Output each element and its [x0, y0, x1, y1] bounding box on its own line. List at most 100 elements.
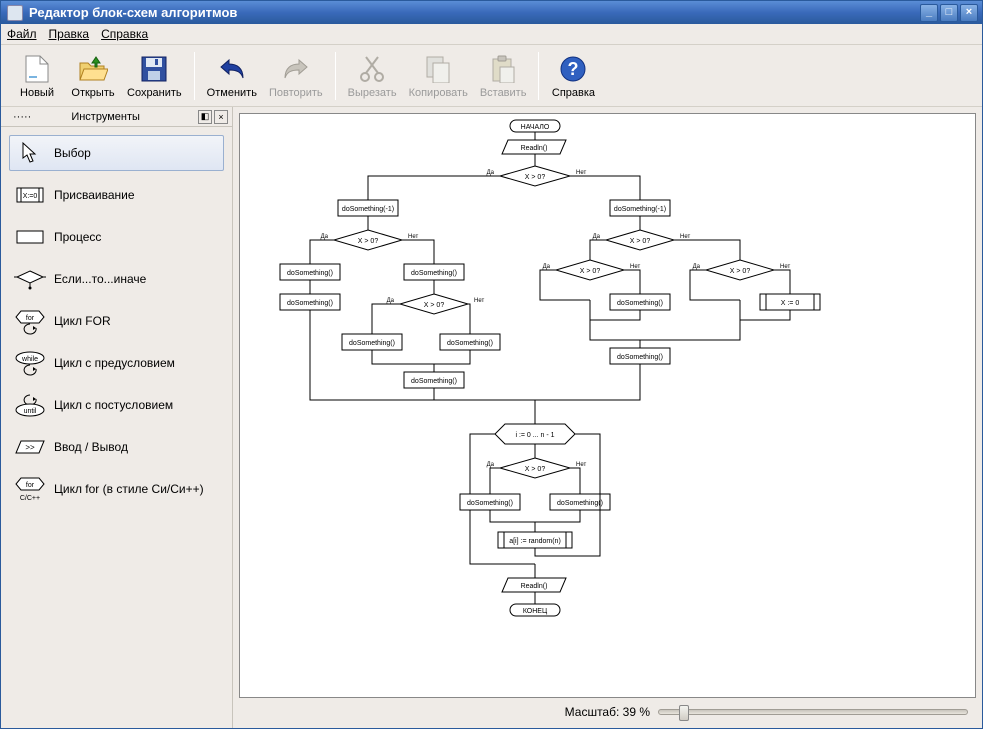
- tool-label: Выбор: [54, 146, 91, 160]
- assign-icon: X:=0: [16, 184, 44, 206]
- tool-label: Ввод / Вывод: [54, 440, 128, 454]
- zoom-slider-thumb[interactable]: [679, 705, 689, 721]
- redo-button[interactable]: Повторить: [263, 49, 329, 103]
- svg-text:Нет: Нет: [780, 264, 790, 270]
- svg-text:doSomething(-1): doSomething(-1): [614, 206, 666, 213]
- for-loop-icon: for: [16, 310, 44, 332]
- process-icon: [16, 226, 44, 248]
- tool-assign[interactable]: X:=0 Присваивание: [9, 177, 224, 213]
- tool-until[interactable]: until Цикл с постусловием: [9, 387, 224, 423]
- close-button[interactable]: ×: [960, 4, 978, 22]
- svg-text:C/C++: C/C++: [20, 495, 40, 502]
- tool-label: Если...то...иначе: [54, 272, 146, 286]
- window-title: Редактор блок-схем алгоритмов: [29, 5, 918, 20]
- tool-label: Цикл FOR: [54, 314, 111, 328]
- svg-text:Readln(): Readln(): [521, 583, 548, 590]
- menu-help[interactable]: Справка: [101, 27, 148, 41]
- tools-panel: ····· Инструменты ◧ × Выбор X:=0 Пр: [1, 107, 233, 728]
- panel-close-button[interactable]: ×: [214, 110, 228, 124]
- tool-ifelse[interactable]: Если...то...иначе: [9, 261, 224, 297]
- paste-button[interactable]: Вставить: [474, 49, 533, 103]
- decision-icon: [16, 268, 44, 290]
- svg-text:Да: Да: [487, 170, 495, 176]
- svg-text:Да: Да: [387, 298, 395, 304]
- flowchart: НАЧАЛО Readln() X > 0? Да Нет doSomethin…: [240, 114, 970, 674]
- menu-file[interactable]: Файл: [7, 27, 37, 41]
- cursor-icon: [16, 142, 44, 164]
- svg-text:doSomething(): doSomething(): [617, 354, 663, 361]
- svg-text:doSomething(): doSomething(): [557, 500, 603, 507]
- tool-select[interactable]: Выбор: [9, 135, 224, 171]
- toolbar-separator: [194, 52, 195, 100]
- zoom-slider[interactable]: [658, 709, 968, 715]
- tool-process[interactable]: Процесс: [9, 219, 224, 255]
- while-loop-icon: while: [16, 352, 44, 374]
- tool-cfor[interactable]: for C/C++ Цикл for (в стиле Си/Си++): [9, 471, 224, 507]
- svg-text:>>: >>: [25, 443, 35, 452]
- title-bar: Редактор блок-схем алгоритмов _ □ ×: [1, 1, 982, 24]
- svg-text:Нет: Нет: [576, 462, 586, 468]
- svg-text:doSomething(-1): doSomething(-1): [342, 206, 394, 213]
- svg-text:while: while: [21, 356, 38, 363]
- copy-button[interactable]: Копировать: [403, 49, 474, 103]
- tool-label: Цикл с постусловием: [54, 398, 173, 412]
- tools-panel-title: Инструменты: [71, 111, 140, 123]
- menu-edit[interactable]: Правка: [49, 27, 90, 41]
- svg-text:X > 0?: X > 0?: [730, 268, 751, 275]
- svg-text:Да: Да: [593, 234, 601, 240]
- undo-button[interactable]: Отменить: [201, 49, 263, 103]
- tool-io[interactable]: >> Ввод / Вывод: [9, 429, 224, 465]
- tool-label: Цикл с предусловием: [54, 356, 175, 370]
- panel-restore-button[interactable]: ◧: [198, 110, 212, 124]
- redo-icon: [280, 53, 312, 85]
- tool-for[interactable]: for Цикл FOR: [9, 303, 224, 339]
- svg-text:Нет: Нет: [680, 234, 690, 240]
- svg-text:i := 0 ... n - 1: i := 0 ... n - 1: [515, 432, 554, 439]
- svg-text:for: for: [26, 482, 35, 489]
- svg-text:Да: Да: [693, 264, 701, 270]
- status-bar: Масштаб: 39 %: [239, 698, 976, 722]
- svg-text:doSomething(): doSomething(): [447, 340, 493, 347]
- file-new-icon: [21, 53, 53, 85]
- open-button[interactable]: Открыть: [65, 49, 121, 103]
- svg-text:X > 0?: X > 0?: [580, 268, 601, 275]
- zoom-label: Масштаб: 39 %: [565, 705, 650, 719]
- cut-icon: [356, 53, 388, 85]
- menu-bar: Файл Правка Справка: [1, 24, 982, 45]
- svg-text:until: until: [24, 408, 37, 415]
- tool-label: Цикл for (в стиле Си/Си++): [54, 482, 204, 496]
- svg-text:X := 0: X := 0: [781, 300, 800, 307]
- svg-text:a[i] := random(n): a[i] := random(n): [509, 538, 561, 545]
- svg-text:Нет: Нет: [576, 170, 586, 176]
- toolbar: Новый Открыть Сохранить Отменить Повтор: [1, 45, 982, 107]
- svg-text:Readln(): Readln(): [521, 145, 548, 152]
- svg-text:X > 0?: X > 0?: [630, 238, 651, 245]
- undo-icon: [216, 53, 248, 85]
- svg-text:Да: Да: [543, 264, 551, 270]
- svg-text:X > 0?: X > 0?: [525, 174, 546, 181]
- maximize-button[interactable]: □: [940, 4, 958, 22]
- tool-label: Процесс: [54, 230, 101, 244]
- copy-icon: [422, 53, 454, 85]
- cut-button[interactable]: Вырезать: [342, 49, 403, 103]
- svg-text:for: for: [26, 315, 35, 322]
- io-icon: >>: [16, 436, 44, 458]
- help-button[interactable]: ? Справка: [545, 49, 601, 103]
- svg-text:doSomething(): doSomething(): [411, 270, 457, 277]
- svg-text:Нет: Нет: [630, 264, 640, 270]
- svg-text:Да: Да: [487, 462, 495, 468]
- tool-while[interactable]: while Цикл с предусловием: [9, 345, 224, 381]
- tool-label: Присваивание: [54, 188, 135, 202]
- save-icon: [138, 53, 170, 85]
- minimize-button[interactable]: _: [920, 4, 938, 22]
- svg-text:doSomething(): doSomething(): [287, 300, 333, 307]
- save-button[interactable]: Сохранить: [121, 49, 188, 103]
- svg-text:doSomething(): doSomething(): [349, 340, 395, 347]
- app-icon: [7, 5, 23, 21]
- toolbar-separator: [335, 52, 336, 100]
- flowchart-canvas[interactable]: НАЧАЛО Readln() X > 0? Да Нет doSomethin…: [239, 113, 976, 698]
- svg-text:?: ?: [568, 59, 579, 79]
- svg-text:X:=0: X:=0: [23, 193, 38, 200]
- new-button[interactable]: Новый: [9, 49, 65, 103]
- svg-text:X > 0?: X > 0?: [358, 238, 379, 245]
